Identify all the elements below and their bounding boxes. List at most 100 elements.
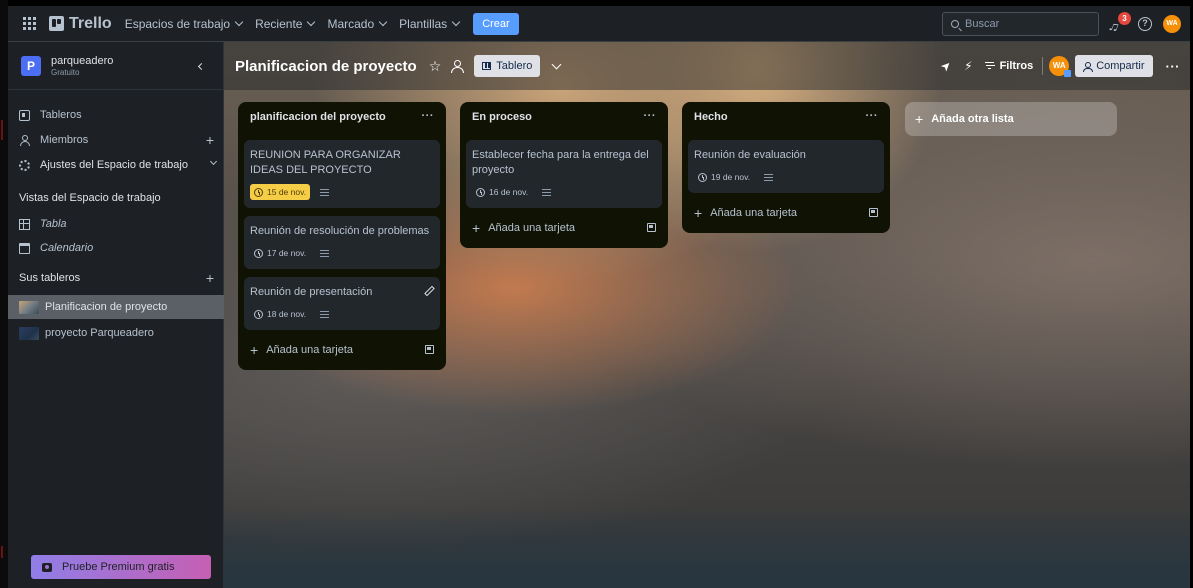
nav-workspaces[interactable]: Espacios de trabajo xyxy=(125,17,244,31)
list-header[interactable]: En proceso ··· xyxy=(460,102,668,132)
list-header[interactable]: Hecho ··· xyxy=(682,102,890,132)
due-date-badge[interactable]: 17 de nov. xyxy=(250,245,310,261)
description-icon xyxy=(320,188,330,196)
filters-button[interactable]: Filtros xyxy=(1000,60,1034,72)
add-card-button[interactable]: + Añada una tarjeta xyxy=(244,336,440,364)
sidebar-item-calendar[interactable]: Calendario xyxy=(8,237,224,259)
board-member-avatar[interactable]: WA xyxy=(1049,56,1072,77)
chevron-down-icon xyxy=(234,17,244,26)
description-icon xyxy=(764,173,774,181)
card-title: Reunión de evaluación xyxy=(694,149,806,161)
sidebar-item-table[interactable]: Tabla xyxy=(8,213,224,235)
nav-templates[interactable]: Plantillas xyxy=(399,16,461,31)
card[interactable]: REUNION PARA ORGANIZAR IDEAS DEL PROYECT… xyxy=(244,140,440,208)
add-card-button[interactable]: + Añada una tarjeta xyxy=(688,199,884,227)
workspace-header: P parqueadero Gratuito xyxy=(8,42,223,90)
sidebar-item-label: Calendario xyxy=(40,242,94,254)
automation-icon[interactable]: ⚡ xyxy=(964,59,972,73)
share-label: Compartir xyxy=(1096,60,1145,72)
notifications-button[interactable]: ♫ 3 xyxy=(1107,12,1131,35)
visibility-icon[interactable] xyxy=(451,60,465,73)
card-title: REUNION PARA ORGANIZAR IDEAS DEL PROYECT… xyxy=(250,149,401,176)
list-hecho: Hecho ··· Reunión de evaluación 19 de no… xyxy=(682,102,890,233)
help-icon[interactable]: ? xyxy=(1138,17,1152,31)
nav-recent-label: Reciente xyxy=(255,16,303,31)
sidebar-board-item[interactable]: Planificacion de proyecto xyxy=(8,295,224,319)
search-input[interactable]: Buscar xyxy=(942,12,1099,36)
card[interactable]: Reunión de evaluación 19 de nov. xyxy=(688,140,884,193)
list-menu-icon[interactable]: ··· xyxy=(644,110,657,122)
card-title: Reunión de presentación xyxy=(250,286,373,298)
power-ups-icon[interactable]: ➤ xyxy=(938,57,955,74)
card[interactable]: Reunión de presentación 18 de nov. xyxy=(244,277,440,330)
app-switcher-icon[interactable] xyxy=(23,16,37,31)
edge-mark xyxy=(1,546,3,558)
trello-logo[interactable]: Trello xyxy=(49,15,112,33)
add-card-button[interactable]: + Añada una tarjeta xyxy=(466,214,662,242)
add-list-label: Añada otra lista xyxy=(931,113,1014,125)
list-en-proceso: En proceso ··· Establecer fecha para la … xyxy=(460,102,668,248)
share-user-icon xyxy=(1083,61,1094,72)
list-title: planificacion del proyecto xyxy=(250,111,386,123)
clock-icon xyxy=(476,187,485,197)
share-button[interactable]: Compartir xyxy=(1075,55,1153,77)
due-date-badge[interactable]: 19 de nov. xyxy=(694,169,754,185)
pencil-icon[interactable] xyxy=(423,286,431,294)
calendar-icon xyxy=(19,242,30,254)
board-thumbnail xyxy=(19,300,39,314)
board-view-button[interactable]: Tablero xyxy=(474,55,541,77)
notification-badge: 3 xyxy=(1118,12,1131,25)
star-icon[interactable]: ☆ xyxy=(429,58,442,75)
description-icon xyxy=(320,249,330,257)
card[interactable]: Establecer fecha para la entrega del pro… xyxy=(466,140,662,208)
board-title[interactable]: Planificacion de proyecto xyxy=(235,58,417,75)
nav-templates-label: Plantillas xyxy=(399,16,448,31)
board-view-label: Tablero xyxy=(496,60,533,72)
workspace-name: parqueadero xyxy=(51,54,114,67)
edge-mark xyxy=(1,120,3,140)
board-view-icon xyxy=(482,62,492,70)
due-date-badge[interactable]: 16 de nov. xyxy=(472,184,532,200)
add-list-button[interactable]: + Añada otra lista xyxy=(905,102,1117,136)
nav-starred-label: Marcado xyxy=(327,16,375,31)
due-date-badge[interactable]: 18 de nov. xyxy=(250,306,310,322)
sidebar-board-item[interactable]: proyecto Parqueadero xyxy=(8,321,224,345)
plus-icon: + xyxy=(694,205,703,221)
list-menu-icon[interactable]: ··· xyxy=(422,110,435,122)
card-template-icon[interactable] xyxy=(869,208,878,217)
chevron-down-icon[interactable] xyxy=(551,59,562,69)
create-button[interactable]: Crear xyxy=(473,12,519,35)
premium-trial-button[interactable]: Pruebe Premium gratis xyxy=(31,555,211,579)
window-edge xyxy=(0,0,8,588)
board-canvas: Planificacion de proyecto ☆ Tablero ➤ ⚡ … xyxy=(224,42,1190,588)
chevron-down-icon xyxy=(307,17,316,26)
card[interactable]: Reunión de resolución de problemas 17 de… xyxy=(244,216,440,269)
add-board-icon[interactable]: + xyxy=(206,270,214,286)
due-date-badge[interactable]: 15 de nov. xyxy=(250,184,311,200)
sidebar-item-label: Tabla xyxy=(40,218,67,230)
settings-icon xyxy=(19,159,30,171)
sidebar-item-settings[interactable]: Ajustes del Espacio de trabajo xyxy=(8,154,224,176)
sidebar-item-boards[interactable]: Tableros xyxy=(8,104,224,126)
list-header[interactable]: planificacion del proyecto ··· xyxy=(238,102,446,132)
add-member-icon[interactable]: + xyxy=(206,132,214,148)
sidebar-item-members[interactable]: Miembros + xyxy=(8,129,224,151)
card-template-icon[interactable] xyxy=(647,223,656,232)
board-item-label: Planificacion de proyecto xyxy=(45,301,168,313)
card-template-icon[interactable] xyxy=(425,345,434,354)
app-name: Trello xyxy=(69,14,112,32)
due-date-label: 18 de nov. xyxy=(267,309,307,319)
collapse-sidebar-icon[interactable] xyxy=(194,59,208,73)
board-menu-icon[interactable]: ··· xyxy=(1166,59,1181,74)
board-icon xyxy=(19,109,30,121)
nav-starred[interactable]: Marcado xyxy=(327,16,388,31)
sidebar-item-label: Ajustes del Espacio de trabajo xyxy=(40,159,188,171)
clock-icon xyxy=(698,172,707,182)
board-thumbnail xyxy=(19,326,39,340)
premium-icon xyxy=(42,562,52,572)
your-boards-heading: Sus tableros + xyxy=(8,267,224,289)
user-avatar[interactable]: WA xyxy=(1163,15,1181,33)
list-menu-icon[interactable]: ··· xyxy=(866,110,879,122)
nav-recent[interactable]: Reciente xyxy=(255,16,316,31)
board-item-label: proyecto Parqueadero xyxy=(45,327,154,339)
